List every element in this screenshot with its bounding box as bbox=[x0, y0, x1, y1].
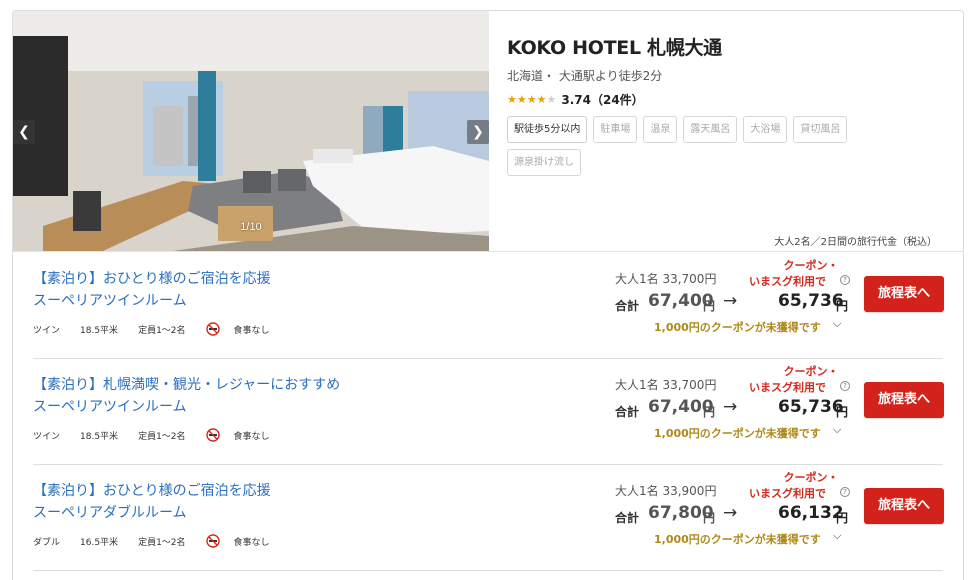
hotel-room-photo bbox=[13, 11, 489, 251]
total-yen: 円 bbox=[703, 299, 716, 313]
itinerary-button[interactable]: 旅程表へ bbox=[864, 488, 944, 524]
room-type: ツイン bbox=[33, 325, 61, 336]
feature-tag: 大浴場 bbox=[743, 116, 788, 143]
room-type: ダブル bbox=[33, 537, 61, 548]
room-capacity: 定員1〜2名 bbox=[138, 325, 186, 336]
total-label: 合計 bbox=[615, 511, 640, 525]
discounted-yen: 円 bbox=[836, 299, 849, 313]
discounted-price: 65,736 bbox=[778, 397, 844, 417]
room-capacity: 定員1〜2名 bbox=[138, 537, 186, 548]
chevron-down-icon[interactable]: ⌵ bbox=[833, 423, 841, 437]
plan-row: 【素泊り】札幌満喫・観光・レジャーにおすすめ スーペリアツインルーム ツイン 1… bbox=[33, 358, 944, 464]
feature-tags: 駅徒歩5分以内 駐車場 温泉 露天風呂 大浴場 貸切風呂源泉掛け流し bbox=[507, 116, 907, 176]
coupon-note[interactable]: 1,000円のクーポンが未獲得です bbox=[654, 425, 821, 441]
feature-tag: 温泉 bbox=[643, 116, 678, 143]
total-yen: 円 bbox=[703, 511, 716, 525]
no-smoking-icon bbox=[205, 322, 220, 336]
room-meta: ツイン 18.5平米 定員1〜2名 食事なし bbox=[33, 428, 290, 442]
per-person-price: 大人1名 33,700円 bbox=[615, 378, 717, 392]
room-name[interactable]: スーペリアツインルーム bbox=[33, 290, 187, 310]
meal-info: 食事なし bbox=[233, 325, 270, 336]
chevron-down-icon[interactable]: ⌵ bbox=[833, 317, 841, 331]
total-yen: 円 bbox=[703, 405, 716, 419]
chevron-left-icon: ❮ bbox=[18, 124, 30, 140]
star-icon: ★ bbox=[526, 93, 537, 106]
total-label: 合計 bbox=[615, 299, 640, 313]
room-meta: ツイン 18.5平米 定員1〜2名 食事なし bbox=[33, 322, 290, 336]
room-size: 18.5平米 bbox=[80, 325, 119, 336]
star-empty-icon: ★ bbox=[546, 93, 557, 106]
hotel-card: ❮ ❯ 1/10 KOKO HOTEL 札幌大通 北海道・ 大通駅より徒歩2分 … bbox=[12, 10, 964, 580]
coupon-label-line2: いまスグ利用で bbox=[749, 487, 826, 500]
plan-row: 【素泊り】おひとり様のご宿泊を応援 スーペリアツインルーム ツイン 18.5平米… bbox=[33, 252, 944, 358]
divider bbox=[33, 570, 943, 571]
coupon-label-line2: いまスグ利用で bbox=[749, 275, 826, 288]
room-capacity: 定員1〜2名 bbox=[138, 431, 186, 442]
hotel-photo-carousel[interactable]: ❮ ❯ 1/10 bbox=[13, 11, 489, 251]
room-name[interactable]: スーペリアダブルルーム bbox=[33, 502, 187, 522]
discounted-yen: 円 bbox=[836, 405, 849, 419]
plan-row: 【素泊り】おひとり様のご宿泊を応援 スーペリアダブルルーム ダブル 16.5平米… bbox=[33, 464, 944, 570]
photo-next-button[interactable]: ❯ bbox=[467, 120, 489, 144]
room-size: 18.5平米 bbox=[80, 431, 119, 442]
per-person-price: 大人1名 33,900円 bbox=[615, 484, 717, 498]
chevron-down-icon[interactable]: ⌵ bbox=[833, 529, 841, 543]
per-person-price: 大人1名 33,700円 bbox=[615, 272, 717, 286]
question-circle-icon[interactable]: ? bbox=[840, 381, 850, 391]
hotel-location: 北海道・ 大通駅より徒歩2分 bbox=[507, 69, 663, 83]
coupon-note[interactable]: 1,000円のクーポンが未獲得です bbox=[654, 319, 821, 335]
meal-info: 食事なし bbox=[233, 537, 270, 548]
star-half-icon: ★ bbox=[536, 93, 547, 106]
room-name[interactable]: スーペリアツインルーム bbox=[33, 396, 187, 416]
coupon-label-line1: クーポン・ bbox=[783, 365, 839, 378]
coupon-label-line1: クーポン・ bbox=[783, 259, 839, 272]
feature-tag: 駐車場 bbox=[593, 116, 638, 143]
coupon-label-line1: クーポン・ bbox=[783, 471, 839, 484]
arrow-right-icon: → bbox=[723, 397, 738, 417]
hotel-name[interactable]: KOKO HOTEL 札幌大通 bbox=[507, 33, 722, 60]
plan-title[interactable]: 【素泊り】おひとり様のご宿泊を応援 bbox=[33, 480, 271, 500]
room-meta: ダブル 16.5平米 定員1〜2名 食事なし bbox=[33, 534, 290, 548]
feature-tag: 露天風呂 bbox=[683, 116, 738, 143]
photo-counter: 1/10 bbox=[240, 221, 262, 233]
price-note: 大人2名／2日間の旅行代金（税込） bbox=[774, 237, 937, 248]
discounted-price: 65,736 bbox=[778, 291, 844, 311]
itinerary-button[interactable]: 旅程表へ bbox=[864, 276, 944, 312]
arrow-right-icon: → bbox=[723, 291, 738, 311]
rating-stars: ★★★★★ bbox=[507, 93, 556, 106]
plan-title[interactable]: 【素泊り】おひとり様のご宿泊を応援 bbox=[33, 268, 271, 288]
feature-tag: 源泉掛け流し bbox=[507, 149, 581, 176]
no-smoking-icon bbox=[205, 534, 220, 548]
arrow-right-icon: → bbox=[723, 503, 738, 523]
itinerary-button[interactable]: 旅程表へ bbox=[864, 382, 944, 418]
coupon-label-line2: いまスグ利用で bbox=[749, 381, 826, 394]
discounted-yen: 円 bbox=[836, 511, 849, 525]
chevron-right-icon: ❯ bbox=[472, 124, 484, 140]
rating-score[interactable]: 3.74（24件） bbox=[561, 91, 643, 108]
question-circle-icon[interactable]: ? bbox=[840, 275, 850, 285]
star-icon: ★ bbox=[507, 93, 517, 106]
room-type: ツイン bbox=[33, 431, 61, 442]
coupon-note[interactable]: 1,000円のクーポンが未獲得です bbox=[654, 531, 821, 547]
question-circle-icon[interactable]: ? bbox=[840, 487, 850, 497]
star-icon: ★ bbox=[516, 93, 527, 106]
total-label: 合計 bbox=[615, 405, 640, 419]
meal-info: 食事なし bbox=[233, 431, 270, 442]
discounted-price: 66,132 bbox=[778, 503, 844, 523]
photo-prev-button[interactable]: ❮ bbox=[13, 120, 35, 144]
feature-tag: 駅徒歩5分以内 bbox=[507, 116, 588, 143]
room-size: 16.5平米 bbox=[80, 537, 119, 548]
plan-title[interactable]: 【素泊り】札幌満喫・観光・レジャーにおすすめ bbox=[33, 374, 340, 394]
hotel-rating: ★★★★★ 3.74（24件） bbox=[507, 91, 644, 108]
feature-tag: 貸切風呂 bbox=[793, 116, 848, 143]
no-smoking-icon bbox=[205, 428, 220, 442]
hotel-info: KOKO HOTEL 札幌大通 北海道・ 大通駅より徒歩2分 ★★★★★ 3.7… bbox=[507, 11, 963, 251]
